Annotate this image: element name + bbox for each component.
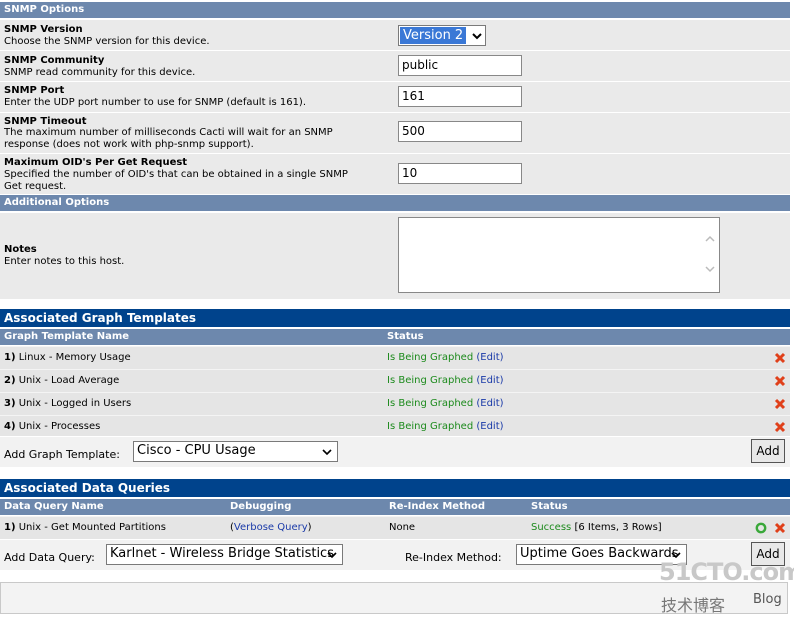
watermark-line-2: 技术博客 bbox=[661, 596, 726, 615]
verbose-query-link[interactable]: Verbose Query bbox=[234, 522, 308, 533]
scroll-up-icon[interactable] bbox=[704, 233, 716, 245]
snmp-port-row: SNMP Port Enter the UDP port number to u… bbox=[0, 81, 790, 112]
edit-link[interactable]: (Edit) bbox=[476, 375, 503, 386]
graph-status: Is Being Graphed bbox=[387, 352, 474, 363]
graph-template-name: Unix - Logged in Users bbox=[18, 398, 132, 409]
add-graph-template-row: Add Graph Template: Cisco - CPU Usage Ad… bbox=[0, 436, 790, 467]
table-row: 4) Unix - Processes Is Being Graphed (Ed… bbox=[0, 415, 790, 438]
notes-title: Notes bbox=[4, 244, 37, 255]
row-number: 4) bbox=[4, 421, 16, 432]
col-graph-template-name: Graph Template Name bbox=[4, 331, 130, 342]
graph-template-select-value: Cisco - CPU Usage bbox=[137, 443, 256, 458]
data-query-select-value: Karlnet - Wireless Bridge Statistics bbox=[110, 546, 334, 561]
snmp-timeout-desc-2: response (does not work with php-snmp su… bbox=[4, 139, 254, 150]
col-reindex: Re-Index Method bbox=[389, 501, 486, 512]
delete-icon[interactable] bbox=[774, 375, 786, 387]
chevron-down-icon bbox=[327, 552, 337, 559]
reindex-method-value: None bbox=[389, 522, 416, 533]
row-number: 1) bbox=[4, 522, 16, 533]
snmp-port-title: SNMP Port bbox=[4, 85, 65, 96]
snmp-community-title: SNMP Community bbox=[4, 55, 105, 66]
notes-textarea[interactable] bbox=[398, 217, 720, 293]
delete-icon[interactable] bbox=[774, 352, 786, 364]
snmp-version-title: SNMP Version bbox=[4, 24, 83, 35]
chevron-down-icon bbox=[322, 449, 332, 456]
snmp-community-desc: SNMP read community for this device. bbox=[4, 67, 196, 78]
max-oid-desc-1: Specified the number of OID's that can b… bbox=[4, 169, 348, 180]
table-row: 1) Linux - Memory Usage Is Being Graphed… bbox=[0, 346, 790, 369]
graph-template-name: Unix - Load Average bbox=[18, 375, 120, 386]
col-debugging: Debugging bbox=[230, 501, 292, 512]
add-graph-template-button[interactable]: Add bbox=[751, 439, 785, 463]
paren-close: ) bbox=[307, 522, 312, 533]
col-dq-status: Status bbox=[531, 501, 568, 512]
watermark: 51CTO.com 技术博客 Blog bbox=[655, 558, 794, 622]
chevron-down-icon bbox=[472, 33, 482, 40]
max-oid-input[interactable]: 10 bbox=[398, 163, 522, 184]
row-number: 1) bbox=[4, 352, 16, 363]
snmp-timeout-title: SNMP Timeout bbox=[4, 116, 87, 127]
watermark-line-1: 51CTO.com bbox=[659, 558, 794, 586]
graph-templates-header: Associated Graph Templates bbox=[0, 309, 790, 327]
snmp-version-select[interactable]: Version 2 bbox=[398, 25, 486, 46]
row-number: 2) bbox=[4, 375, 16, 386]
snmp-port-input[interactable]: 161 bbox=[398, 86, 522, 107]
delete-icon[interactable] bbox=[774, 421, 786, 433]
snmp-version-value: Version 2 bbox=[400, 27, 467, 44]
snmp-options-header: SNMP Options bbox=[0, 2, 790, 18]
graph-template-name: Linux - Memory Usage bbox=[18, 352, 131, 363]
graph-status: Is Being Graphed bbox=[387, 421, 474, 432]
table-row: 2) Unix - Load Average Is Being Graphed … bbox=[0, 369, 790, 392]
graph-status: Is Being Graphed bbox=[387, 375, 474, 386]
data-query-select[interactable]: Karlnet - Wireless Bridge Statistics bbox=[106, 544, 343, 565]
graph-template-name: Unix - Processes bbox=[18, 421, 101, 432]
max-oid-desc-2: Get request. bbox=[4, 181, 67, 192]
snmp-timeout-row: SNMP Timeout The maximum number of milli… bbox=[0, 112, 790, 153]
snmp-version-desc: Choose the SNMP version for this device. bbox=[4, 36, 210, 47]
add-graph-template-label: Add Graph Template: bbox=[4, 448, 120, 461]
snmp-version-row: SNMP Version Choose the SNMP version for… bbox=[0, 19, 790, 50]
dq-status-detail: [6 Items, 3 Rows] bbox=[574, 522, 662, 533]
dq-status: Success bbox=[531, 522, 572, 533]
data-query-name: Unix - Get Mounted Partitions bbox=[18, 522, 166, 533]
reload-icon[interactable] bbox=[755, 522, 767, 534]
graph-templates-columns: Graph Template Name Status bbox=[0, 329, 790, 345]
table-row: 1) Unix - Get Mounted Partitions (Verbos… bbox=[0, 516, 790, 539]
notes-row: Notes Enter notes to this host. bbox=[0, 212, 790, 299]
col-graph-status: Status bbox=[387, 331, 424, 342]
edit-link[interactable]: (Edit) bbox=[476, 421, 503, 432]
graph-templates-list: 1) Linux - Memory Usage Is Being Graphed… bbox=[0, 346, 790, 438]
col-data-query-name: Data Query Name bbox=[4, 501, 104, 512]
table-row: 3) Unix - Logged in Users Is Being Graph… bbox=[0, 392, 790, 415]
delete-icon[interactable] bbox=[774, 398, 786, 410]
snmp-port-desc: Enter the UDP port number to use for SNM… bbox=[4, 97, 307, 108]
notes-desc: Enter notes to this host. bbox=[4, 256, 125, 267]
snmp-community-row: SNMP Community SNMP read community for t… bbox=[0, 50, 790, 81]
max-oid-row: Maximum OID's Per Get Request Specified … bbox=[0, 153, 790, 194]
delete-icon[interactable] bbox=[774, 522, 786, 534]
snmp-community-input[interactable]: public bbox=[398, 55, 522, 76]
scroll-down-icon[interactable] bbox=[704, 263, 716, 275]
snmp-timeout-input[interactable]: 500 bbox=[398, 121, 522, 142]
add-data-query-label: Add Data Query: bbox=[4, 551, 95, 564]
snmp-timeout-desc-1: The maximum number of milliseconds Cacti… bbox=[4, 127, 333, 138]
row-number: 3) bbox=[4, 398, 16, 409]
data-queries-columns: Data Query Name Debugging Re-Index Metho… bbox=[0, 499, 790, 515]
reindex-method-label: Re-Index Method: bbox=[405, 551, 502, 564]
data-queries-header: Associated Data Queries bbox=[0, 479, 790, 497]
graph-template-select[interactable]: Cisco - CPU Usage bbox=[133, 441, 338, 462]
watermark-line-3: Blog bbox=[753, 592, 782, 607]
max-oid-title: Maximum OID's Per Get Request bbox=[4, 157, 188, 168]
edit-link[interactable]: (Edit) bbox=[476, 398, 503, 409]
graph-status: Is Being Graphed bbox=[387, 398, 474, 409]
additional-options-header: Additional Options bbox=[0, 195, 790, 211]
edit-link[interactable]: (Edit) bbox=[476, 352, 503, 363]
